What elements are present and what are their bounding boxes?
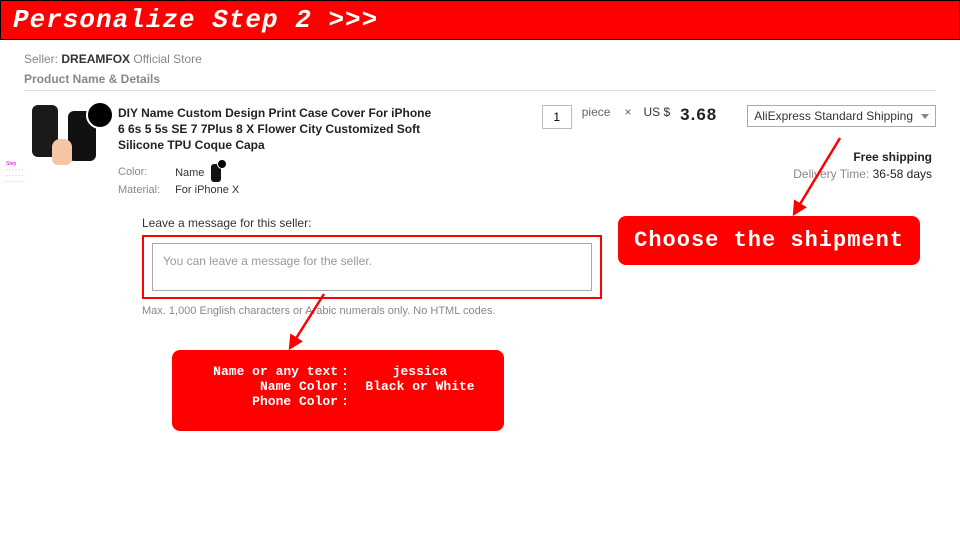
purchase-line: piece × US $ 3.68 AliExpress Standard Sh… <box>542 105 936 129</box>
header-banner: Personalize Step 2 >>> <box>0 0 960 40</box>
message-area: Leave a message for this seller: You can… <box>142 216 602 317</box>
message-section-label: Leave a message for this seller: <box>142 216 602 230</box>
form-row2-value: Black or White <box>352 379 488 394</box>
message-textarea[interactable]: You can leave a message for the seller. <box>152 243 592 291</box>
form-row3-value <box>352 394 488 409</box>
form-row3-label: Phone Color <box>188 394 338 409</box>
unit-label: piece <box>582 105 611 119</box>
product-title[interactable]: DIY Name Custom Design Print Case Cover … <box>118 105 438 154</box>
times-symbol: × <box>624 105 631 119</box>
callout-form: Name or any text : jessica Name Color : … <box>172 350 504 431</box>
arrow-to-shipment <box>790 138 850 218</box>
message-hint: Max. 1,000 English characters or Arabic … <box>142 305 602 317</box>
seller-name[interactable]: DREAMFOX <box>61 52 130 66</box>
form-row1-label: Name or any text <box>188 364 338 379</box>
delivery-time-value: 36-58 days <box>873 167 932 181</box>
quantity-input[interactable] <box>542 105 572 129</box>
product-thumbnail[interactable]: Step· · · · · ·· · · · · ·· · · · · · <box>30 105 108 183</box>
seller-store[interactable]: Official Store <box>133 52 201 66</box>
color-swatch-icon <box>211 164 221 182</box>
divider <box>24 90 936 91</box>
option-color: Color: Name <box>118 164 438 182</box>
message-highlight-box: You can leave a message for the seller. <box>142 235 602 299</box>
arrow-to-form <box>286 294 346 354</box>
option-material: Material: For iPhone X <box>118 184 438 196</box>
form-row2-label: Name Color <box>188 379 338 394</box>
form-row1-value: jessica <box>352 364 488 379</box>
chevron-down-icon <box>921 114 929 119</box>
seller-label: Seller: <box>24 52 58 66</box>
material-value: For iPhone X <box>175 184 239 196</box>
color-label: Color: <box>118 166 172 178</box>
shipping-select[interactable]: AliExpress Standard Shipping <box>747 105 936 127</box>
currency-label: US $ <box>643 105 670 119</box>
color-value: Name <box>175 166 204 178</box>
callout-shipment: Choose the shipment <box>618 216 920 265</box>
price-value: 3.68 <box>680 105 717 125</box>
material-label: Material: <box>118 184 172 196</box>
shipping-option-label: AliExpress Standard Shipping <box>754 109 913 123</box>
step-title: Personalize Step 2 >>> <box>13 5 378 35</box>
product-details: DIY Name Custom Design Print Case Cover … <box>118 105 438 198</box>
section-label: Product Name & Details <box>24 72 936 86</box>
seller-line: Seller: DREAMFOX Official Store <box>24 52 936 66</box>
